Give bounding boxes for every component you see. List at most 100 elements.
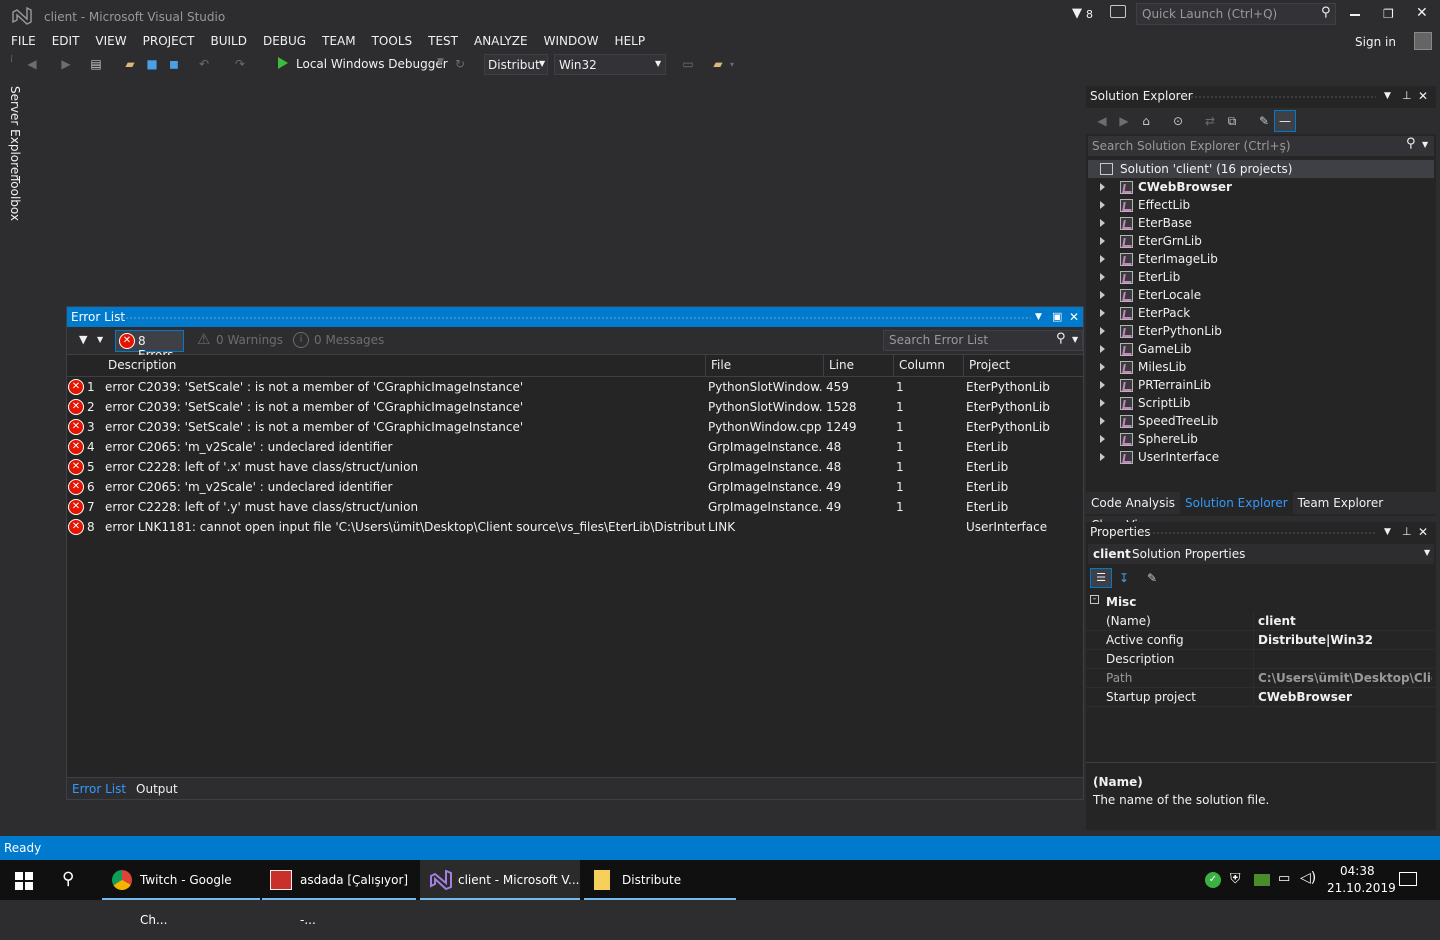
- error-row[interactable]: ✕ 2 error C2039: 'SetScale' : is not a mem…: [67, 397, 1083, 417]
- tab-solution-explorer[interactable]: Solution Explorer: [1179, 492, 1293, 514]
- debugger-button[interactable]: Local Windows Debugger: [296, 57, 448, 71]
- pin-icon[interactable]: ⊥: [1402, 522, 1412, 542]
- tab-error-list[interactable]: Error List: [67, 778, 131, 800]
- expand-arrow-icon[interactable]: [1100, 291, 1105, 299]
- open-file-icon[interactable]: ▰: [122, 56, 138, 72]
- project-node[interactable]: EterPythonLib: [1088, 322, 1434, 340]
- project-node[interactable]: EterImageLib: [1088, 250, 1434, 268]
- clock-date[interactable]: 21.10.2019: [1327, 881, 1396, 895]
- new-project-icon[interactable]: ▤: [88, 56, 104, 72]
- filter-icon[interactable]: ▼: [1072, 6, 1082, 21]
- feedback-icon[interactable]: [1110, 5, 1126, 18]
- menu-edit[interactable]: EDIT: [44, 30, 88, 52]
- object-selector[interactable]: client Solution Properties ▼: [1088, 544, 1434, 564]
- clock-time[interactable]: 04:38: [1340, 864, 1375, 878]
- menu-tools[interactable]: TOOLS: [364, 30, 421, 52]
- error-list-title-bar[interactable]: Error List ▼ ▣ ✕: [67, 307, 1083, 327]
- property-value[interactable]: Distribute|Win32: [1258, 631, 1432, 650]
- header-description[interactable]: Description: [108, 358, 176, 372]
- error-row[interactable]: ✕ 6 error C2065: 'm_v2Scale' : undeclared …: [67, 477, 1083, 497]
- menu-analyze[interactable]: ANALYZE: [466, 30, 536, 52]
- column-divider[interactable]: [1253, 612, 1254, 631]
- home-icon[interactable]: ⌂: [1138, 113, 1154, 129]
- project-node[interactable]: UserInterface: [1088, 448, 1434, 466]
- search-icon[interactable]: ⚲: [62, 869, 74, 889]
- project-node[interactable]: EterGrnLib: [1088, 232, 1434, 250]
- column-divider[interactable]: [1253, 688, 1254, 707]
- expand-arrow-icon[interactable]: [1100, 417, 1105, 425]
- undo-icon[interactable]: ↶: [196, 56, 212, 72]
- network-icon[interactable]: ▭: [1278, 871, 1290, 886]
- property-value[interactable]: client: [1258, 612, 1432, 631]
- forward-icon[interactable]: ▶: [58, 56, 74, 72]
- save-icon[interactable]: ■: [144, 56, 160, 72]
- menu-test[interactable]: TEST: [420, 30, 466, 52]
- project-node[interactable]: MilesLib: [1088, 358, 1434, 376]
- tab-code-analysis[interactable]: Code Analysis: [1086, 492, 1180, 514]
- back-icon[interactable]: ◀: [1094, 113, 1110, 129]
- expand-arrow-icon[interactable]: [1100, 201, 1105, 209]
- pin-icon[interactable]: ⊥: [1402, 86, 1412, 106]
- project-node[interactable]: EterPack: [1088, 304, 1434, 322]
- header-line[interactable]: Line: [829, 358, 854, 372]
- toolbar-overflow-icon[interactable]: ▾: [730, 60, 734, 69]
- tab-team-explorer[interactable]: Team Explorer: [1293, 492, 1389, 514]
- server-explorer-tab[interactable]: Server Explorer: [8, 86, 22, 179]
- property-row[interactable]: Path C:\Users\ümit\Desktop\Client s: [1086, 669, 1436, 688]
- menu-help[interactable]: HELP: [607, 30, 654, 52]
- chevron-down-icon[interactable]: ▼: [97, 335, 103, 344]
- property-row[interactable]: Active config Distribute|Win32: [1086, 631, 1436, 650]
- property-value[interactable]: CWebBrowser: [1258, 688, 1432, 707]
- debugger-dropdown-icon[interactable]: ▼: [437, 57, 444, 67]
- close-icon[interactable]: ✕: [1418, 522, 1428, 542]
- collapse-all-icon[interactable]: ⧉: [1224, 113, 1240, 129]
- project-node[interactable]: GameLib: [1088, 340, 1434, 358]
- taskbar-item-visual-studio[interactable]: client - Microsoft V...: [420, 860, 580, 900]
- column-divider[interactable]: [823, 355, 824, 377]
- nvidia-icon[interactable]: [1254, 874, 1270, 886]
- close-icon[interactable]: ✕: [1069, 307, 1079, 327]
- shield-icon[interactable]: ⛨: [1230, 871, 1241, 887]
- project-node[interactable]: ScriptLib: [1088, 394, 1434, 412]
- column-divider[interactable]: [1253, 650, 1254, 669]
- expand-arrow-icon[interactable]: [1100, 273, 1105, 281]
- tab-output[interactable]: Output: [131, 778, 183, 800]
- search-error-list-input[interactable]: Search Error List ⚲ ▼: [883, 330, 1083, 351]
- redo-icon[interactable]: ↷: [232, 56, 248, 72]
- error-row[interactable]: ✕ 7 error C2228: left of '.y' must have cl…: [67, 497, 1083, 517]
- project-node[interactable]: CWebBrowser: [1088, 178, 1434, 196]
- expand-arrow-icon[interactable]: [1100, 381, 1105, 389]
- errors-toggle-button[interactable]: ✕ 8 Errors: [115, 330, 184, 362]
- find-in-files-icon[interactable]: ▰: [710, 56, 726, 72]
- property-row[interactable]: Startup project CWebBrowser: [1086, 688, 1436, 707]
- expand-arrow-icon[interactable]: [1100, 453, 1105, 461]
- property-pages-icon[interactable]: ✎: [1144, 570, 1160, 586]
- solution-explorer-title-bar[interactable]: Solution Explorer ▼ ⊥ ✕: [1086, 86, 1436, 106]
- solution-config-select[interactable]: Distribut ▼: [484, 54, 548, 75]
- expand-arrow-icon[interactable]: [1100, 237, 1105, 245]
- project-node[interactable]: SphereLib: [1088, 430, 1434, 448]
- action-center-icon[interactable]: [1399, 872, 1417, 886]
- project-node[interactable]: EffectLib: [1088, 196, 1434, 214]
- start-debug-icon[interactable]: [278, 57, 288, 69]
- category-misc[interactable]: - Misc: [1086, 592, 1436, 612]
- search-solution-explorer-input[interactable]: Search Solution Explorer (Ctrl+ş) ⚲ ▼: [1088, 136, 1434, 156]
- column-divider[interactable]: [1253, 669, 1254, 688]
- menu-window[interactable]: WINDOW: [536, 30, 607, 52]
- platform-select[interactable]: Win32 ▼: [554, 54, 666, 75]
- volume-icon[interactable]: ◁): [1300, 870, 1316, 886]
- menu-file[interactable]: FILE: [3, 30, 44, 52]
- refresh-icon[interactable]: ↻: [452, 56, 468, 72]
- close-icon[interactable]: ✕: [1418, 86, 1428, 106]
- properties-title-bar[interactable]: Properties ▼ ⊥ ✕: [1086, 522, 1436, 542]
- sync-icon[interactable]: ⊙: [1170, 113, 1186, 129]
- attach-icon[interactable]: ▭: [680, 56, 696, 72]
- messages-toggle-button[interactable]: 0 Messages: [314, 333, 384, 347]
- expand-arrow-icon[interactable]: [1100, 309, 1105, 317]
- error-row[interactable]: ✕ 8 error LNK1181: cannot open input file …: [67, 517, 1083, 537]
- project-node[interactable]: EterLib: [1088, 268, 1434, 286]
- filter-icon[interactable]: ▼: [79, 333, 87, 346]
- panel-dropdown-icon[interactable]: ▼: [1384, 86, 1391, 106]
- restore-button[interactable]: ❐: [1383, 7, 1394, 21]
- project-node[interactable]: EterBase: [1088, 214, 1434, 232]
